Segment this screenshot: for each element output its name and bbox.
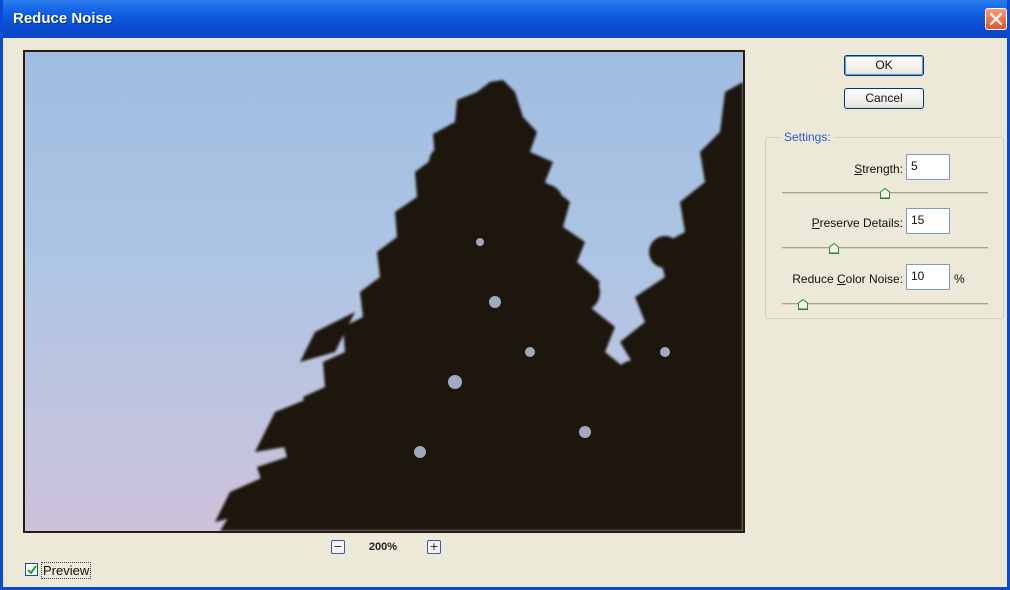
preserve-details-label: Preserve Details: [811, 216, 903, 230]
reduce-color-noise-slider[interactable] [782, 303, 988, 305]
close-icon [990, 13, 1002, 25]
preview-label: Preview [41, 562, 92, 579]
reduce-color-noise-label: Reduce Color Noise: [792, 272, 903, 286]
reduce-color-noise-slider-thumb-icon[interactable] [797, 299, 808, 310]
settings-legend: Settings: [780, 130, 835, 144]
cancel-button[interactable]: Cancel [844, 88, 924, 109]
ok-button[interactable]: OK [844, 55, 924, 76]
title-bar[interactable]: Reduce Noise [3, 0, 1007, 38]
preserve-details-slider-thumb-icon[interactable] [828, 243, 839, 254]
preview-checkbox[interactable] [25, 563, 38, 576]
image-preview[interactable] [23, 50, 745, 533]
window-title: Reduce Noise [13, 10, 113, 27]
zoom-in-icon: + [429, 540, 439, 553]
zoom-out-icon: − [333, 540, 343, 553]
tree-silhouette-image [215, 80, 743, 531]
zoom-controls: − 200% + [3, 540, 763, 558]
preserve-details-input[interactable]: 15 [906, 208, 950, 234]
strength-label: Strength: [854, 162, 903, 176]
settings-group: Settings: Strength: 5 Preserve Details: … [765, 130, 1004, 319]
strength-slider-thumb-icon[interactable] [880, 188, 890, 199]
reduce-noise-dialog: Reduce Noise − 200% + Preview OK Cancel … [0, 0, 1010, 590]
check-icon [27, 565, 37, 575]
reduce-color-noise-unit: % [954, 272, 965, 286]
strength-input[interactable]: 5 [906, 154, 950, 180]
close-button[interactable] [985, 8, 1007, 30]
zoom-level: 200% [368, 541, 398, 553]
zoom-out-button[interactable]: − [331, 540, 345, 554]
reduce-color-noise-input[interactable]: 10 [906, 264, 950, 290]
preserve-details-slider[interactable] [782, 247, 988, 249]
zoom-in-button[interactable]: + [427, 540, 441, 554]
